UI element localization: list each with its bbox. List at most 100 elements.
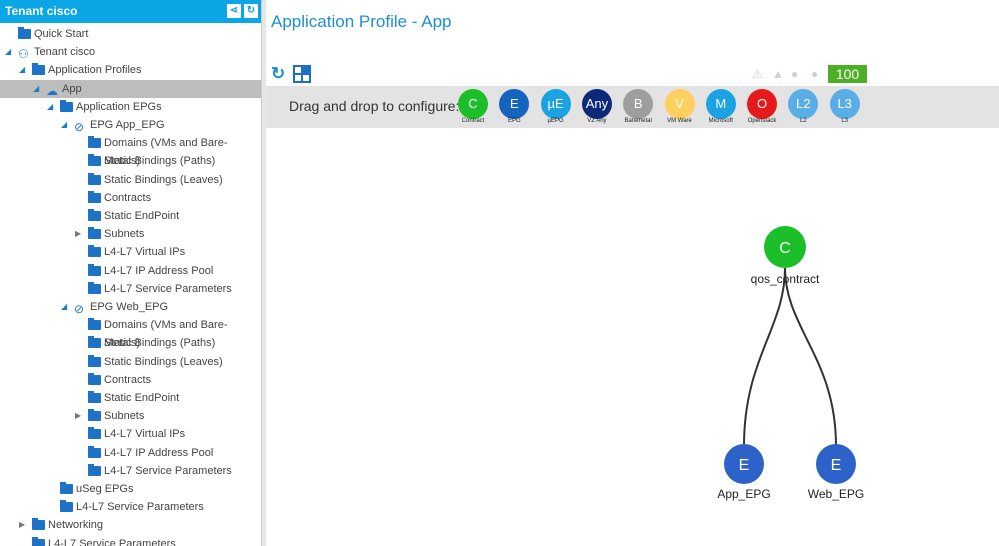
collapse-arrow-icon[interactable]: ◢: [47, 98, 53, 116]
tree-item[interactable]: ▶ Networking: [0, 516, 261, 534]
palette-circle[interactable]: B: [623, 89, 654, 119]
palette-item-l2[interactable]: L2 L2: [786, 89, 820, 124]
tree-item[interactable]: ◢ Application EPGs: [0, 98, 261, 116]
folder-icon: [32, 518, 45, 531]
collapse-arrow-icon[interactable]: ◢: [61, 116, 67, 134]
tree-item[interactable]: Static Bindings (Paths): [0, 152, 261, 170]
drag-drop-palette: Drag and drop to configure: C Contract E EP…: [266, 86, 999, 128]
expand-arrow-icon[interactable]: ▶: [75, 225, 81, 243]
tree-item[interactable]: Static Bindings (Leaves): [0, 171, 261, 189]
tree-item-label: Static Bindings (Paths): [104, 337, 216, 350]
palette-item-vm-ware[interactable]: V VM Ware: [663, 89, 697, 124]
tree-item-label: uSeg EPGs: [76, 483, 134, 495]
palette-caption: Baremetal: [624, 118, 652, 124]
tree-item[interactable]: Static EndPoint: [0, 389, 261, 407]
tree-item[interactable]: L4-L7 Virtual IPs: [0, 425, 261, 443]
refresh-icon[interactable]: ↻: [244, 4, 258, 18]
tree-item[interactable]: ◢ ⚇ Tenant cisco: [0, 43, 261, 61]
tree-item[interactable]: Contracts: [0, 371, 261, 389]
link-app-epg: [743, 267, 786, 447]
epg-label: Web_EPG: [808, 487, 864, 501]
tree-header: Tenant cisco ⋖ ↻: [0, 0, 261, 23]
palette-item-contract[interactable]: C Contract: [456, 89, 490, 124]
tree-item[interactable]: uSeg EPGs: [0, 480, 261, 498]
share-icon[interactable]: ⋖: [227, 4, 241, 18]
tree-item[interactable]: ▶ Subnets: [0, 407, 261, 425]
tree-item[interactable]: ◢ ⊘ EPG Web_EPG: [0, 298, 261, 316]
tree-item-label: Networking: [48, 519, 104, 532]
tree-item-label: EPG App_EPG: [90, 119, 165, 131]
tree-item[interactable]: Quick Start: [0, 25, 261, 43]
folder-icon: [88, 227, 101, 240]
palette-item-vz-any[interactable]: Any VZ Any: [580, 89, 614, 124]
palette-circle[interactable]: µE: [540, 89, 571, 119]
tree-item[interactable]: L4-L7 IP Address Pool: [0, 444, 261, 462]
collapse-arrow-icon[interactable]: ◢: [5, 43, 11, 61]
tree-item-label: L4-L7 Virtual IPs: [104, 428, 186, 441]
warning-fault-icon[interactable]: ●: [811, 67, 818, 81]
tree-item-label: Contracts: [104, 373, 152, 386]
palette-item-microsoft[interactable]: M Microsoft: [704, 89, 738, 124]
palette-circle[interactable]: E: [499, 89, 530, 119]
tree-item-label: App: [62, 82, 82, 95]
tree-item[interactable]: Static Bindings (Leaves): [0, 353, 261, 371]
collapse-arrow-icon[interactable]: ◢: [19, 61, 25, 79]
expand-arrow-icon[interactable]: ▶: [75, 407, 81, 425]
palette-item-openstack[interactable]: O Openstack: [745, 89, 779, 124]
tree-item[interactable]: ▶ Subnets: [0, 225, 261, 243]
refresh-icon[interactable]: ↻: [271, 64, 285, 84]
epg-label: App_EPG: [717, 487, 770, 501]
tree-item[interactable]: Domains (VMs and Bare-Metals): [0, 134, 261, 167]
folder-icon: [88, 281, 101, 294]
folder-icon: [88, 245, 101, 258]
expand-arrow-icon[interactable]: ▶: [19, 516, 25, 534]
palette-caption: L3: [841, 118, 849, 124]
tree-item[interactable]: L4-L7 IP Address Pool: [0, 262, 261, 280]
folder-icon: [88, 263, 101, 276]
tree-item[interactable]: L4-L7 Virtual IPs: [0, 243, 261, 261]
topology-canvas[interactable]: C qos_contract E App_EPG E Web_EPG: [266, 128, 999, 546]
epg-node-app[interactable]: E App_EPG: [717, 444, 771, 501]
palette-circle[interactable]: O: [747, 89, 778, 119]
folder-icon: [60, 500, 73, 513]
major-fault-icon[interactable]: ▲: [772, 67, 784, 81]
folder-icon: [32, 536, 45, 546]
palette-item-l3[interactable]: L3 L3: [828, 89, 862, 124]
palette-item--epg[interactable]: µE µEPG: [539, 89, 573, 124]
folder-icon: [88, 427, 101, 440]
palette-circle[interactable]: C: [458, 89, 488, 119]
tree-item[interactable]: ◢ ☁ App: [0, 79, 261, 98]
palette-caption: VM Ware: [667, 118, 692, 124]
palette-caption: Openstack: [747, 118, 777, 124]
palette-caption: µEPG: [547, 118, 564, 124]
tree-item[interactable]: L4-L7 Service Parameters: [0, 280, 261, 298]
contract-label: qos_contract: [751, 272, 820, 286]
palette-circle[interactable]: L2: [788, 89, 819, 119]
palette-item-epg[interactable]: E EPG: [497, 89, 531, 124]
palette-caption: VZ Any: [587, 118, 607, 124]
tree-item[interactable]: Static EndPoint: [0, 207, 261, 225]
layout-icon[interactable]: [293, 65, 311, 83]
tree-item[interactable]: L4-L7 Service Parameters: [0, 462, 261, 480]
contract-node[interactable]: C qos_contract: [751, 226, 820, 286]
tree-item[interactable]: ◢ Application Profiles: [0, 61, 261, 79]
tree-item-label: Contracts: [104, 191, 152, 204]
palette-circle[interactable]: Any: [581, 89, 612, 119]
epg-node-web[interactable]: E Web_EPG: [808, 444, 864, 501]
tree-item-label: Static Bindings (Leaves): [104, 355, 223, 368]
minor-fault-icon[interactable]: ●: [791, 67, 798, 81]
tree-item[interactable]: Contracts: [0, 189, 261, 207]
palette-circle[interactable]: V: [664, 89, 695, 119]
palette-circle[interactable]: M: [705, 89, 736, 119]
palette-circle[interactable]: L3: [829, 89, 860, 119]
tree-item[interactable]: Static Bindings (Paths): [0, 334, 261, 352]
tree-item[interactable]: L4-L7 Service Parameters: [0, 498, 261, 516]
tree-item[interactable]: ◢ ⊘ EPG App_EPG: [0, 116, 261, 134]
palette-item-baremetal[interactable]: B Baremetal: [621, 89, 655, 124]
tree-item[interactable]: L4-L7 Service Parameters: [0, 535, 261, 546]
tree-item[interactable]: Domains (VMs and Bare-Metals): [0, 316, 261, 349]
collapse-arrow-icon[interactable]: ◢: [33, 80, 39, 98]
critical-fault-icon[interactable]: ⚠: [752, 67, 763, 81]
collapse-arrow-icon[interactable]: ◢: [61, 298, 67, 316]
folder-icon: [18, 27, 31, 39]
